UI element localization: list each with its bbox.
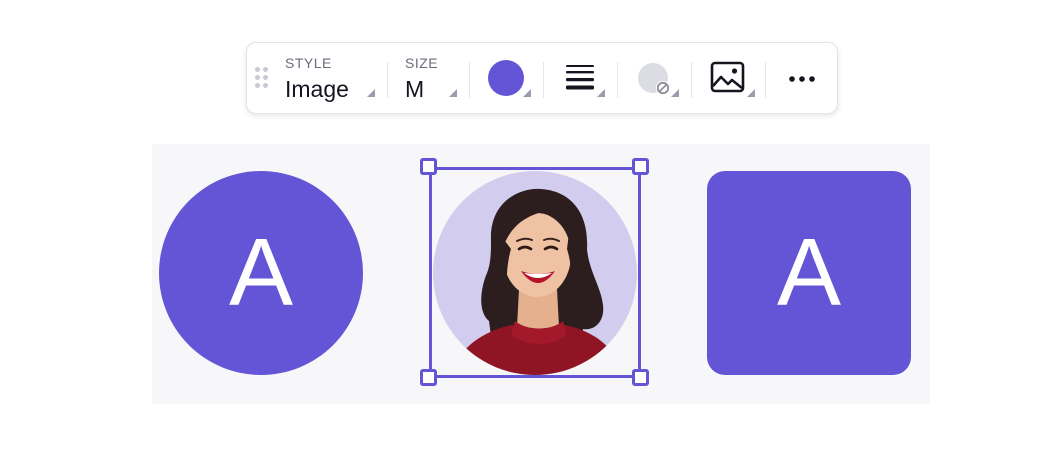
- background-none-icon: [638, 63, 670, 95]
- color-picker-button[interactable]: [481, 55, 531, 105]
- letter-avatar-circle[interactable]: A: [159, 171, 363, 375]
- resize-handle-bottom-right[interactable]: [632, 369, 649, 386]
- color-swatch-icon: [488, 60, 524, 96]
- more-horizontal-icon: [789, 76, 815, 82]
- size-caret-icon: [449, 89, 457, 97]
- size-label: SIZE: [405, 55, 439, 71]
- letter-avatar-square[interactable]: A: [707, 171, 911, 375]
- divider: [469, 62, 470, 98]
- resize-handle-top-right[interactable]: [632, 158, 649, 175]
- avatar-preview-canvas: A A: [152, 144, 930, 404]
- divider: [543, 62, 544, 98]
- align-button[interactable]: [555, 55, 605, 105]
- more-options-button[interactable]: [777, 55, 827, 105]
- size-value: M: [405, 76, 425, 102]
- divider: [691, 62, 692, 98]
- avatar-toolbar: STYLE Image SIZE M: [246, 42, 838, 114]
- size-select[interactable]: SIZE M: [405, 55, 459, 105]
- style-select[interactable]: STYLE Image: [285, 55, 377, 105]
- style-value: Image: [285, 76, 349, 102]
- image-icon: [710, 61, 745, 93]
- divider: [387, 62, 388, 98]
- drag-handle-icon[interactable]: [255, 67, 269, 89]
- photo-avatar[interactable]: [433, 171, 637, 375]
- align-caret-icon: [597, 89, 605, 97]
- style-label: STYLE: [285, 55, 332, 71]
- image-caret-icon: [747, 89, 755, 97]
- text-align-justify-icon: [566, 65, 594, 90]
- resize-handle-top-left[interactable]: [420, 158, 437, 175]
- avatar-initial: A: [228, 219, 294, 326]
- resize-handle-bottom-left[interactable]: [420, 369, 437, 386]
- color-caret-icon: [523, 89, 531, 97]
- style-caret-icon: [367, 89, 375, 97]
- background-caret-icon: [671, 89, 679, 97]
- avatar-photo-image: [433, 171, 637, 375]
- divider: [765, 62, 766, 98]
- avatar-initial: A: [776, 219, 842, 326]
- image-button[interactable]: [703, 55, 755, 105]
- divider: [617, 62, 618, 98]
- background-button[interactable]: [629, 55, 679, 105]
